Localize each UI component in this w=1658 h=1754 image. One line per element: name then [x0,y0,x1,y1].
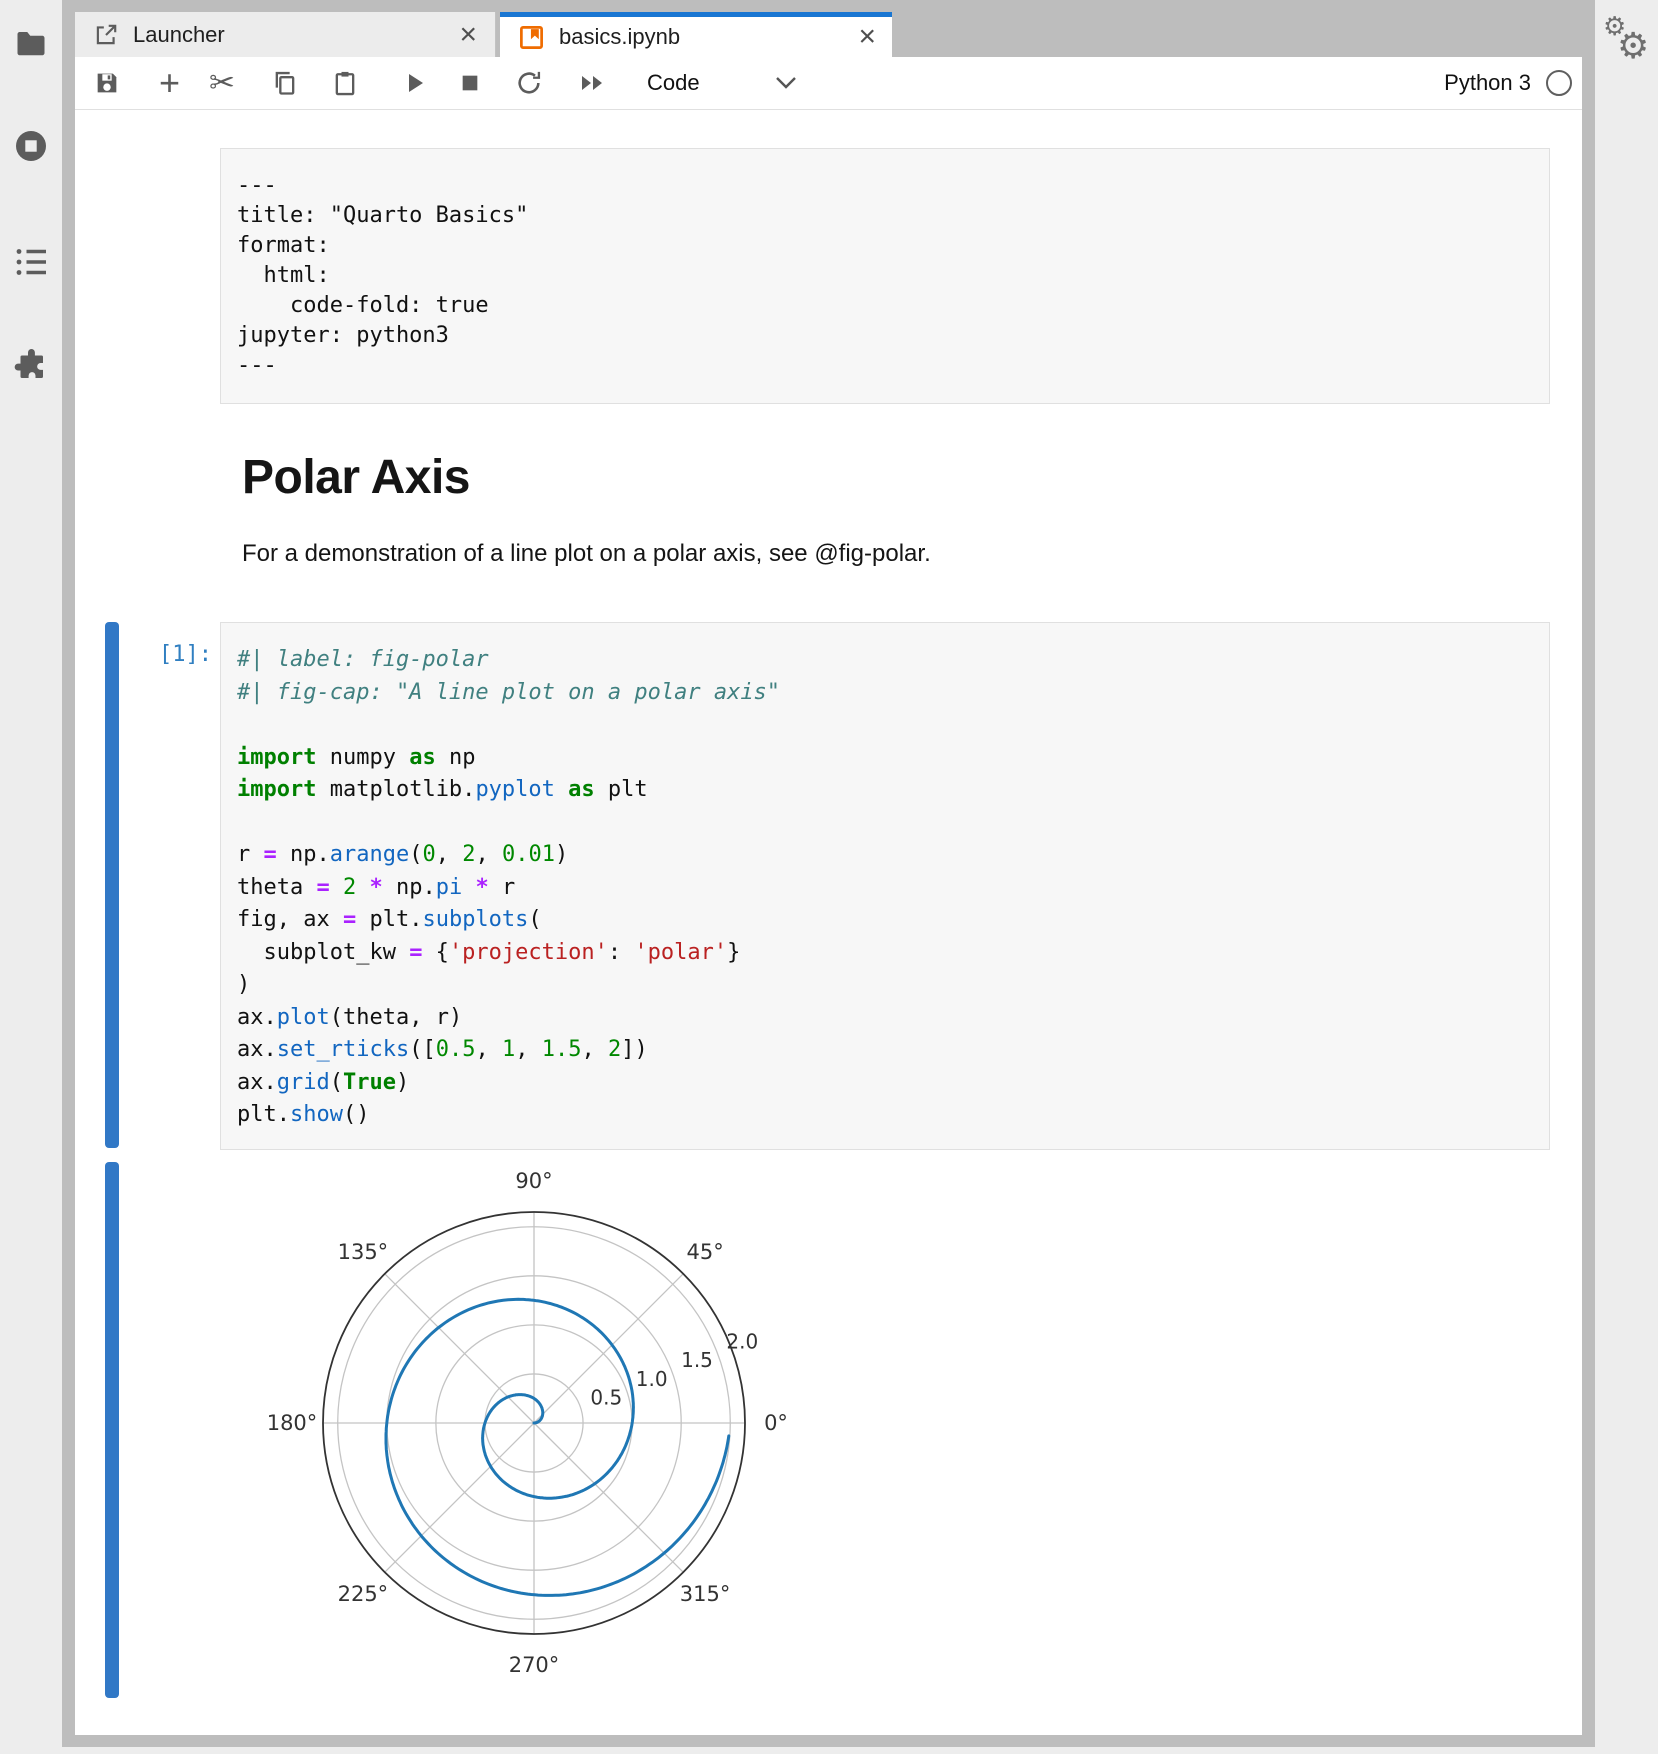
kernel-area: Python 3 [1444,57,1572,109]
svg-text:180°: 180° [267,1411,318,1435]
svg-text:135°: 135° [338,1240,389,1264]
launcher-icon [93,22,119,48]
raw-cell-editor[interactable]: ---title: "Quarto Basics"format: html: c… [220,148,1550,404]
table-of-contents-icon[interactable] [13,244,49,280]
tab-label: Launcher [133,22,457,48]
output-area: 0° 45° 90° 135° 180° 225° 270° 315° 0.5 1.0 1.5 2.0 [245,1133,825,1713]
settings-gears-icon[interactable]: ⚙ ⚙ [1601,12,1655,68]
tab-label: basics.ipynb [559,24,856,50]
svg-text:0.5: 0.5 [590,1386,622,1410]
notebook-content: ---title: "Quarto Basics"format: html: c… [75,110,1582,1735]
svg-text:1.5: 1.5 [681,1348,713,1372]
tab-bar: Launcher × basics.ipynb × [75,12,1582,57]
restart-kernel-button[interactable] [515,57,543,109]
running-kernels-icon[interactable] [13,128,49,164]
run-cell-button[interactable] [403,57,427,109]
interrupt-kernel-button[interactable] [459,57,481,109]
bottom-strip [62,1747,1595,1754]
svg-text:90°: 90° [515,1169,552,1193]
extensions-icon[interactable] [13,348,49,384]
tab-basics-ipynb[interactable]: basics.ipynb × [500,12,892,57]
close-icon[interactable]: × [856,22,878,52]
markdown-paragraph: For a demonstration of a line plot on a … [242,540,931,568]
scissors-icon: ✂ [209,65,235,101]
paste-cells-button[interactable] [331,57,359,109]
close-icon[interactable]: × [457,20,479,50]
markdown-heading: Polar Axis [242,450,470,505]
svg-text:270°: 270° [509,1653,560,1677]
save-button[interactable] [93,57,121,109]
notebook-file-icon [518,24,545,51]
chevron-down-icon[interactable] [775,57,797,109]
svg-text:0°: 0° [764,1411,788,1435]
svg-text:2.0: 2.0 [726,1329,758,1353]
svg-text:315°: 315° [680,1582,731,1606]
copy-cells-button[interactable] [271,57,299,109]
svg-text:1.0: 1.0 [636,1367,668,1391]
right-sidebar: ⚙ ⚙ [1595,0,1658,1754]
tab-launcher[interactable]: Launcher × [75,12,496,57]
kernel-status-icon[interactable] [1546,70,1572,96]
svg-text:45°: 45° [686,1240,723,1264]
plus-icon: + [159,62,180,104]
kernel-name[interactable]: Python 3 [1444,70,1531,96]
execution-count: [1]: [130,642,212,667]
output-collapser[interactable] [105,1162,119,1698]
file-browser-icon[interactable] [13,26,49,62]
gear-icon: ⚙ [1617,26,1649,67]
insert-cell-button[interactable]: + [159,57,180,109]
notebook-panel: Launcher × basics.ipynb × + ✂ [75,12,1582,1735]
svg-text:225°: 225° [338,1582,389,1606]
left-sidebar [0,0,62,1754]
code-cell-editor[interactable]: #| label: fig-polar#| fig-cap: "A line p… [220,622,1550,1150]
restart-run-all-button[interactable] [578,57,608,109]
cell-type-value: Code [647,70,700,96]
notebook-toolbar: + ✂ Code [75,57,1582,110]
polar-plot: 0° 45° 90° 135° 180° 225° 270° 315° 0.5 1.0 1.5 2.0 [245,1133,825,1713]
cell-type-dropdown[interactable]: Code [647,57,700,109]
code-cell-content: #| label: fig-polar#| fig-cap: "A line p… [237,644,1533,1132]
cut-cells-button[interactable]: ✂ [209,57,235,109]
input-collapser[interactable] [105,622,119,1148]
raw-cell-content: ---title: "Quarto Basics"format: html: c… [237,171,1533,381]
